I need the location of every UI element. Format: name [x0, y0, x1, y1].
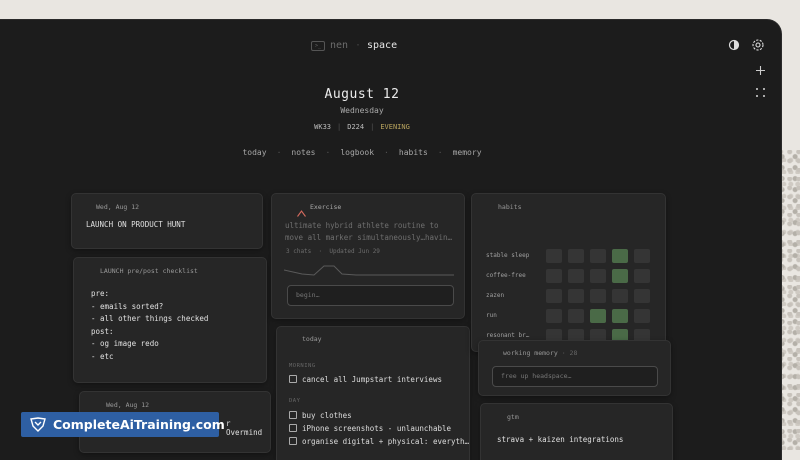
habit-cell[interactable] [546, 269, 562, 283]
memory-title: working memory · 28 [503, 349, 578, 357]
task-item[interactable]: buy clothes [289, 411, 352, 420]
note-title: LAUNCH pre/post checklist [100, 267, 198, 275]
nav-logbook[interactable]: logbook [340, 148, 374, 157]
checklist-body: pre: - emails sorted? - all other things… [91, 288, 208, 363]
habit-cell[interactable] [590, 269, 606, 283]
workspace-name[interactable]: space [367, 40, 397, 51]
checkbox[interactable] [289, 411, 297, 419]
note-text: LAUNCH ON PRODUCT HUNT [86, 220, 186, 229]
memory-input[interactable]: free up headspace… [492, 366, 658, 387]
habit-cell[interactable] [634, 269, 650, 283]
today-card[interactable]: today MORNING cancel all Jumpstart inter… [276, 326, 470, 460]
gtm-text: strava + kaizen integrations [497, 435, 624, 444]
habit-cell[interactable] [612, 269, 628, 283]
note-text: r Overmind [226, 419, 263, 437]
weekday-label: Wednesday [340, 106, 384, 115]
checklist-line: pre: [91, 289, 110, 298]
exercise-stats: 3 chats · Updated Jun 29 [286, 248, 380, 255]
exercise-desc-line: move all marker simultaneously…havin… [285, 233, 453, 242]
habit-cell[interactable] [590, 309, 606, 323]
today-title: today [302, 335, 322, 343]
checklist-line: - og image redo [91, 339, 159, 348]
day-number: D224 [347, 123, 365, 131]
habit-cell[interactable] [634, 249, 650, 263]
checklist-line: - etc [91, 351, 114, 361]
nav-habits[interactable]: habits [399, 148, 428, 157]
habit-label: run [486, 312, 497, 319]
habit-label: coffee-free [486, 272, 526, 279]
note-date: Wed, Aug 12 [96, 203, 140, 211]
note-card-checklist[interactable]: LAUNCH pre/post checklist pre: - emails … [73, 257, 267, 383]
nav-notes[interactable]: notes [291, 148, 315, 157]
checkbox[interactable] [289, 424, 297, 432]
morning-label: MORNING [289, 363, 316, 369]
habit-label: zazen [486, 292, 505, 299]
habit-cell[interactable] [568, 309, 584, 323]
task-item[interactable]: iPhone screenshots - unlaunchable [289, 424, 451, 433]
contrast-icon[interactable] [727, 39, 741, 53]
checklist-line: - emails sorted? [91, 301, 164, 311]
gtm-title: gtm [507, 413, 519, 421]
nav-memory[interactable]: memory [453, 148, 482, 157]
gtm-card[interactable]: gtm strava + kaizen integrations [480, 403, 673, 460]
app-window: >_ nen · space August 12 Wednesday WK33 |… [0, 20, 781, 460]
habit-cell[interactable] [546, 249, 562, 263]
exercise-chat-input[interactable]: begin… [287, 285, 454, 306]
habit-cell[interactable] [612, 309, 628, 323]
habit-cell[interactable] [634, 309, 650, 323]
gear-icon[interactable] [751, 38, 765, 52]
plus-icon[interactable] [753, 65, 767, 79]
memory-count: · 28 [561, 349, 578, 357]
checkbox[interactable] [289, 375, 297, 383]
terminal-icon: >_ [311, 41, 325, 51]
habit-cell[interactable] [568, 289, 584, 303]
exercise-card[interactable]: Exercise ultimate hybrid athlete routine… [271, 193, 465, 319]
habit-cell[interactable] [634, 289, 650, 303]
checklist-line: - all other things checked [91, 314, 209, 323]
task-item[interactable]: cancel all Jumpstart interviews [289, 375, 442, 384]
habits-card[interactable]: habits stable sleep coffee-free zazen run re… [471, 193, 666, 352]
note-date: Wed, Aug 12 [106, 401, 150, 409]
date-title: August 12 [324, 87, 400, 102]
exercise-title: Exercise [310, 203, 342, 211]
watermark-badge: CompleteAiTraining.com [21, 412, 225, 437]
habit-cell[interactable] [590, 289, 606, 303]
main-nav: today · notes · logbook · habits · memory [242, 148, 482, 157]
watermark-logo-icon [30, 417, 46, 432]
note-card-launch[interactable]: Wed, Aug 12 LAUNCH ON PRODUCT HUNT [71, 193, 263, 249]
habit-label: stable sleep [486, 252, 530, 259]
day-period: EVENING [380, 123, 410, 131]
watermark-text: CompleteAiTraining.com [53, 417, 225, 432]
habit-cell[interactable] [612, 289, 628, 303]
habit-cell[interactable] [546, 289, 562, 303]
habit-label: resonant br… [486, 332, 530, 339]
mountain-icon [297, 202, 306, 221]
habit-cell[interactable] [612, 249, 628, 263]
task-item[interactable]: organise digital + physical: everyth… [289, 437, 469, 446]
habit-cell[interactable] [546, 309, 562, 323]
working-memory-card[interactable]: working memory · 28 free up headspace… [478, 340, 671, 396]
day-label: DAY [289, 398, 301, 404]
habit-cell[interactable] [568, 249, 584, 263]
exercise-sparkline [284, 265, 454, 276]
date-meta: WK33 | D224 | EVENING [314, 123, 410, 131]
habit-cell[interactable] [568, 269, 584, 283]
top-bar: >_ nen · space [0, 20, 781, 97]
week-number: WK33 [314, 123, 332, 131]
grid-icon[interactable] [753, 87, 767, 101]
checklist-line: post: [91, 326, 114, 336]
breadcrumb-separator: · [355, 40, 362, 51]
habit-cell[interactable] [590, 249, 606, 263]
exercise-desc-line: ultimate hybrid athlete routine to [285, 221, 439, 230]
brand-name[interactable]: nen [330, 40, 348, 51]
nav-today[interactable]: today [242, 148, 266, 157]
checkbox[interactable] [289, 437, 297, 445]
habits-title: habits [498, 203, 522, 211]
